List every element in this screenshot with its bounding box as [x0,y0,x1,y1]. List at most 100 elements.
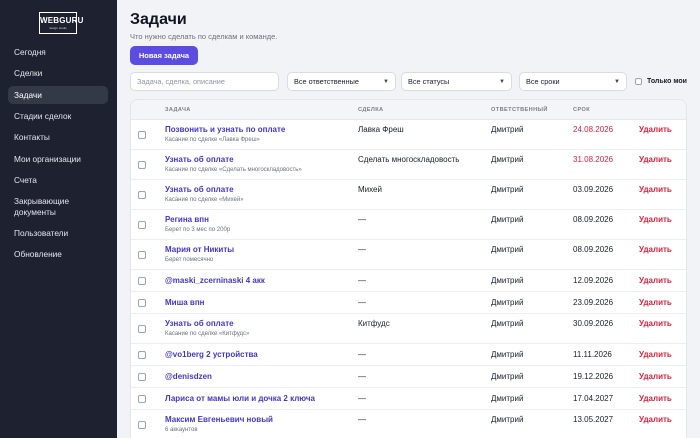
table-row[interactable]: Мария от Никиты Берет помесячно — Дмитрий 08… [131,240,686,270]
table-row[interactable]: Регина впн Берет по 3 мес по 200р — Дмитрий… [131,210,686,240]
delete-task-button[interactable]: Удалить [639,372,672,381]
task-note: Касание по сделке «Михей» [165,197,244,203]
only-mine-checkbox[interactable] [635,78,642,85]
sidebar-item-1[interactable]: Сегодня [8,43,108,61]
only-mine-toggle[interactable]: Только мои [635,72,687,91]
column-header-task[interactable]: ЗАДАЧА [165,107,191,113]
due-date-cell: 17.04.2027 [573,394,614,403]
task-title-link[interactable]: Узнать об оплате [165,155,234,164]
table-row[interactable]: Лариса от мамы юли и дочка 2 ключа — Дмитр… [131,388,686,410]
table-row[interactable]: Узнать об оплате Касание по сделке «Михей… [131,180,686,210]
sidebar-item-label: Задачи [14,89,42,100]
task-title-link[interactable]: Позвонить и узнать по оплате [165,125,285,134]
task-note: Касание по сделке «Китфудс» [165,331,250,337]
sidebar-item-6[interactable]: Мои организации [8,150,108,168]
table-row[interactable]: Узнать об оплате Касание по сделке «Китфу… [131,314,686,344]
task-title-link[interactable]: @vo1berg 2 устройства [165,350,258,359]
deal-cell: Михей [358,185,382,194]
status-filter-select[interactable]: Все статусы ▼ [401,72,512,91]
row-checkbox[interactable] [138,324,146,333]
due-filter-select[interactable]: Все сроки ▼ [519,72,627,91]
task-title-link[interactable]: @maski_zcerninaski 4 акк [165,276,265,285]
row-checkbox[interactable] [138,350,146,359]
task-title-link[interactable]: Мария от Никиты [165,245,234,254]
deal-cell: — [358,394,366,403]
row-checkbox[interactable] [138,130,146,139]
only-mine-label: Только мои [647,78,687,85]
delete-task-button[interactable]: Удалить [639,350,672,359]
delete-task-button[interactable]: Удалить [639,245,672,254]
owner-filter-select[interactable]: Все ответственные ▼ [287,72,396,91]
row-checkbox[interactable] [138,220,146,229]
delete-task-button[interactable]: Удалить [639,394,672,403]
table-row[interactable]: Узнать об оплате Касание по сделке «Сдела… [131,150,686,180]
delete-task-button[interactable]: Удалить [639,125,672,134]
table-row[interactable]: Позвонить и узнать по оплате Касание по с… [131,120,686,150]
table-row[interactable]: Максим Евгеньевич новый 6 аккаунтов — Дмитр… [131,410,686,438]
delete-task-button[interactable]: Удалить [639,276,672,285]
row-checkbox[interactable] [138,372,146,381]
sidebar-item-3[interactable]: Задачи [8,85,108,104]
column-header-owner[interactable]: ОТВЕТСТВЕННЫЙ [491,107,548,113]
table-row[interactable]: @vo1berg 2 устройства — Дмитрий 11.11.2026 У… [131,344,686,366]
task-title-link[interactable]: Миша впн [165,298,205,307]
owner-filter-value: Все ответственные [294,77,359,86]
row-checkbox[interactable] [138,190,146,199]
column-header-due[interactable]: СРОК [573,107,590,113]
new-task-button[interactable]: Новая задача [130,46,198,65]
page-subtitle: Что нужно сделать по сделкам и команде. [130,32,278,41]
task-title-link[interactable]: Регина впн [165,215,209,224]
owner-cell: Дмитрий [491,125,524,134]
task-title-link[interactable]: Узнать об оплате [165,319,234,328]
task-title-link[interactable]: Лариса от мамы юли и дочка 2 ключа [165,394,315,403]
delete-task-button[interactable]: Удалить [639,298,672,307]
logo-tagline: design studio [49,26,67,30]
sidebar-item-2[interactable]: Сделки [8,64,108,82]
delete-task-button[interactable]: Удалить [639,215,672,224]
sidebar-item-8[interactable]: Закрывающие документы [8,193,108,221]
sidebar-item-label: Контакты [14,132,50,143]
owner-cell: Дмитрий [491,415,524,424]
sidebar-item-9[interactable]: Пользователи [8,224,108,242]
table-row[interactable]: Миша впн — Дмитрий 23.09.2026 Удалить [131,292,686,314]
deal-cell: Сделать многоскладовость [358,155,460,164]
due-date-cell: 08.09.2026 [573,245,614,254]
sidebar-item-5[interactable]: Контакты [8,129,108,147]
delete-task-button[interactable]: Удалить [639,155,672,164]
sidebar-item-10[interactable]: Обновление [8,246,108,264]
row-checkbox[interactable] [138,394,146,403]
delete-task-button[interactable]: Удалить [639,319,672,328]
row-checkbox[interactable] [138,420,146,429]
table-row[interactable]: @denisdzen — Дмитрий 19.12.2026 Удалить [131,366,686,388]
owner-cell: Дмитрий [491,298,524,307]
chevron-down-icon: ▼ [614,78,620,85]
delete-task-button[interactable]: Удалить [639,185,672,194]
column-header-deal[interactable]: СДЕЛКА [358,107,383,113]
task-note: Касание по сделке «Сделать многоскладово… [165,167,302,173]
table-row[interactable]: @maski_zcerninaski 4 акк — Дмитрий 12.09.20… [131,270,686,292]
sidebar-item-7[interactable]: Счета [8,171,108,189]
search-input[interactable] [130,72,279,91]
owner-cell: Дмитрий [491,319,524,328]
row-checkbox[interactable] [138,160,146,169]
owner-cell: Дмитрий [491,215,524,224]
sidebar-item-label: Сделки [14,68,43,79]
row-checkbox[interactable] [138,250,146,259]
task-title-link[interactable]: @denisdzen [165,372,212,381]
owner-cell: Дмитрий [491,372,524,381]
task-note: 6 аккаунтов [165,427,198,433]
task-title-link[interactable]: Узнать об оплате [165,185,234,194]
due-filter-value: Все сроки [526,77,560,86]
row-checkbox[interactable] [138,276,146,285]
deal-cell: — [358,415,366,424]
delete-task-button[interactable]: Удалить [639,415,672,424]
owner-cell: Дмитрий [491,350,524,359]
sidebar-item-4[interactable]: Стадии сделок [8,107,108,125]
deal-cell: — [358,215,366,224]
row-checkbox[interactable] [138,298,146,307]
deal-cell: — [358,245,366,254]
task-title-link[interactable]: Максим Евгеньевич новый [165,415,273,424]
webguru-logo[interactable]: WEBGURU design studio [39,12,83,34]
due-date-cell: 23.09.2026 [573,298,614,307]
sidebar-item-label: Сегодня [14,46,46,57]
